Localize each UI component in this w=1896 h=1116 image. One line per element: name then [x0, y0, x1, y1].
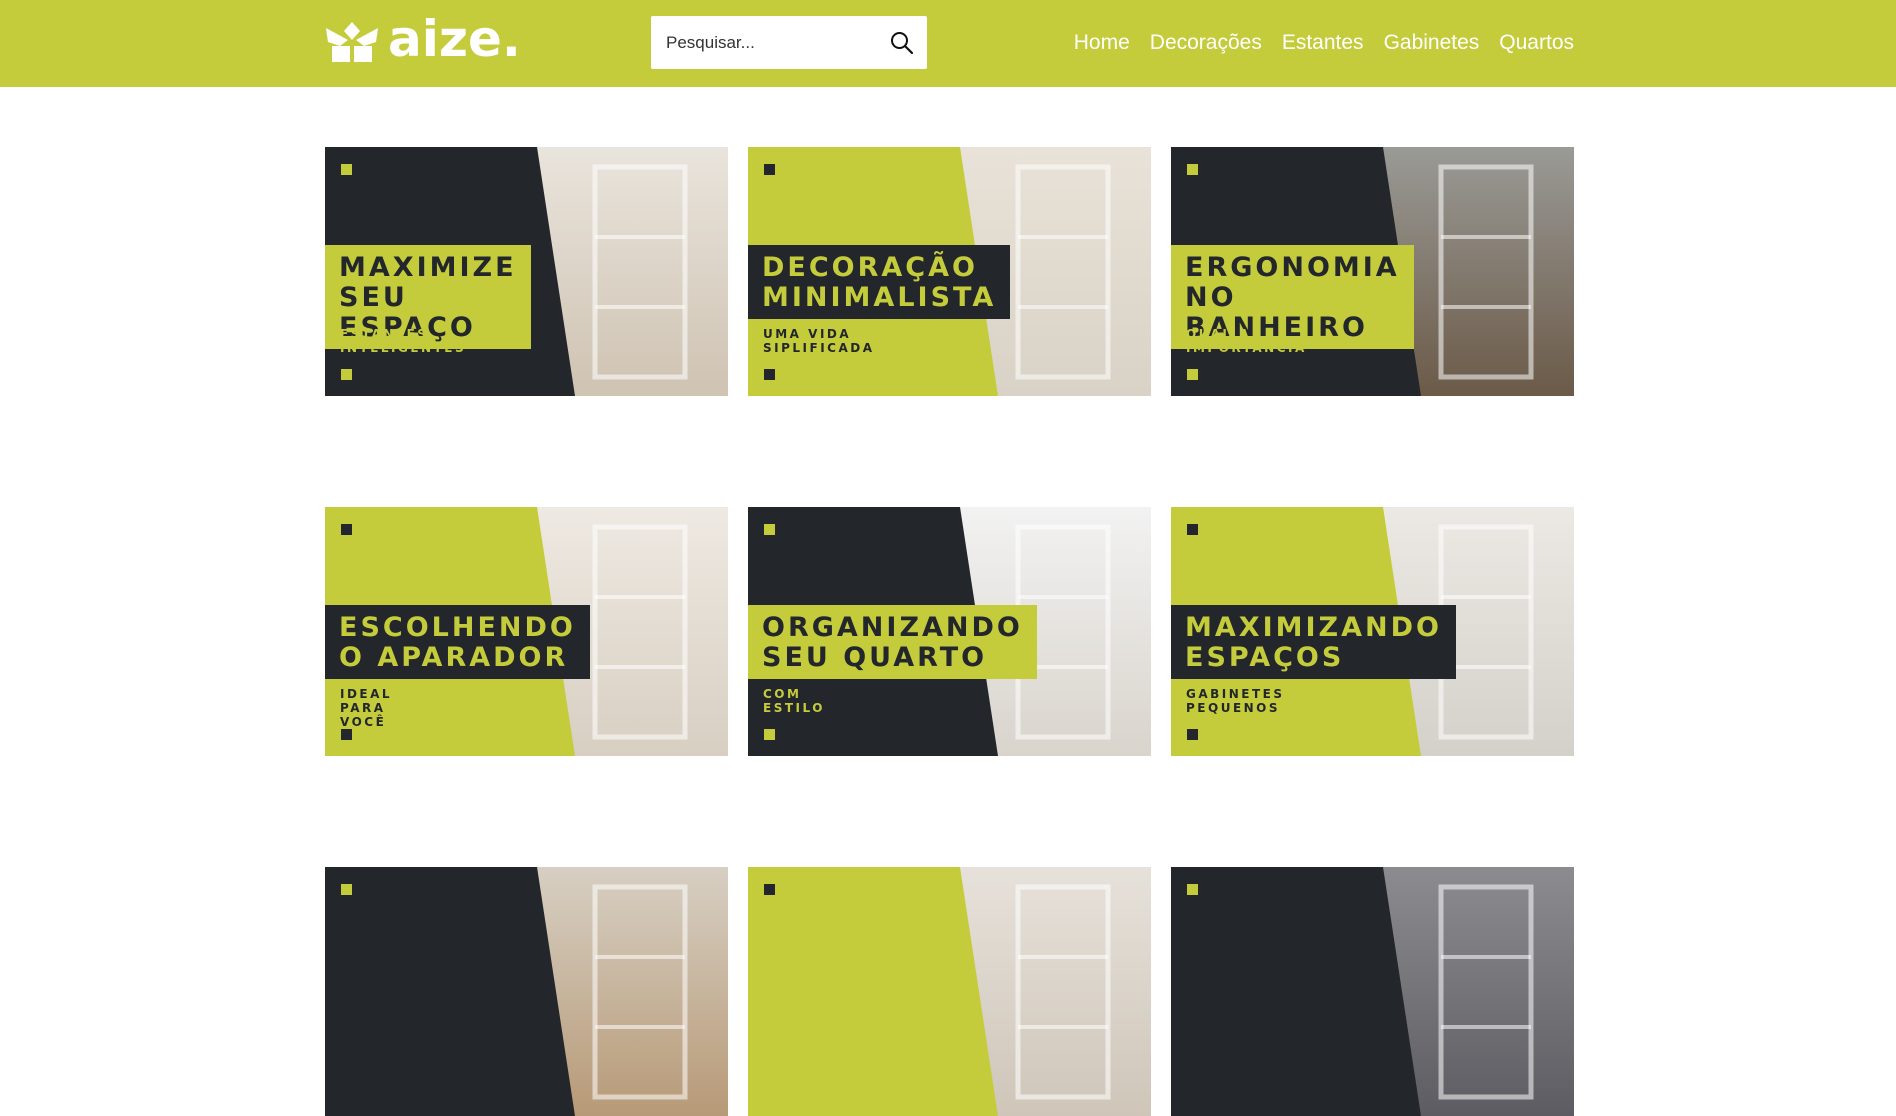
nav-quartos[interactable]: Quartos	[1499, 26, 1574, 60]
logo-wordmark: aize.	[388, 10, 521, 68]
post-card: MAXIMIZE SEU ESPAÇOESTANTES INTELIGENTES…	[325, 147, 728, 396]
search-box	[651, 16, 927, 69]
search-icon[interactable]	[889, 30, 915, 56]
nav-home[interactable]: Home	[1074, 26, 1130, 60]
logo-icon	[326, 22, 378, 62]
post-card: ESCOLHENDO O APARADORIDEAL PARA VOCÊComo…	[325, 507, 728, 756]
post-card: ERGONOMIA NO BANHEIROQUAL A IMPORTÂNCIAA…	[1171, 147, 1574, 396]
logo[interactable]: aize.	[326, 14, 521, 66]
nav-gabinetes[interactable]: Gabinetes	[1384, 26, 1480, 60]
search-input[interactable]	[651, 16, 871, 69]
site-header: aize. Home Decorações Estantes Gabinetes…	[0, 0, 1896, 87]
nav-estantes[interactable]: Estantes	[1282, 26, 1364, 60]
main-nav: Home Decorações Estantes Gabinetes Quart…	[1074, 26, 1574, 60]
post-card: DECORAÇÃO MINIMALISTAUMA VIDA SIPLIFICAD…	[748, 147, 1151, 396]
post-card: ORGANIZANDO SEU QUARTOCOM ESTILODicas de…	[748, 507, 1151, 756]
post-card: MAXIMIZANDO ESPAÇOSGABINETES PEQUENOSMax…	[1171, 507, 1574, 756]
nav-decoracoes[interactable]: Decorações	[1150, 26, 1262, 60]
